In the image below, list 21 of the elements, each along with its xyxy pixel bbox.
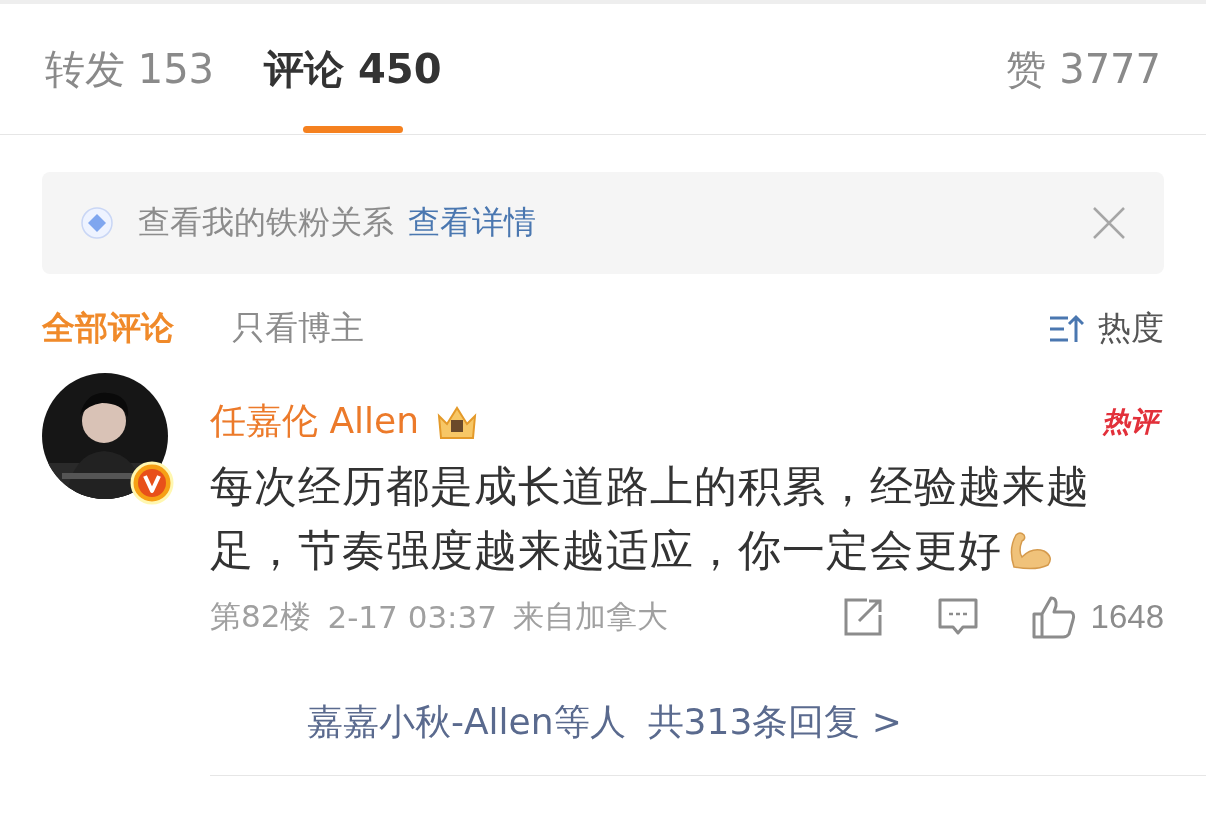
comment-location: 来自加拿大 [513,597,668,636]
sort-button[interactable]: 热度 [1048,306,1164,351]
author-name[interactable]: 任嘉伦 Allen [210,397,420,446]
close-button[interactable] [1092,206,1126,240]
likes-tab[interactable]: 赞 3777 [1006,41,1161,97]
replies-link[interactable]: 嘉嘉小秋-Allen等人 共313条回复 > [307,698,1206,747]
comment-time: 2-17 03:37 [327,599,497,635]
reply-button[interactable] [936,597,979,637]
share-button[interactable] [842,597,885,637]
sort-icon [1048,313,1084,344]
banner-text: 查看我的铁粉关系 [138,202,394,243]
filter-tab[interactable]: 只看博主 [232,306,364,351]
tab[interactable]: 转发 153 [45,4,215,141]
filter-tab[interactable]: 全部评论 [42,306,174,351]
tab[interactable]: 评论 450 [264,4,442,141]
thumbs-up-icon [1030,594,1077,640]
comment-text: 每次经历都是成长道路上的积累，经验越来越足，节奏强度越来越适应，你一定会更好 [210,460,1091,577]
floor-number: 第82楼 [210,597,312,636]
like-button[interactable]: 1648 [1030,594,1164,640]
details-link[interactable]: 查看详情 [408,201,536,245]
hot-comment-label: 热评 [1098,401,1164,442]
